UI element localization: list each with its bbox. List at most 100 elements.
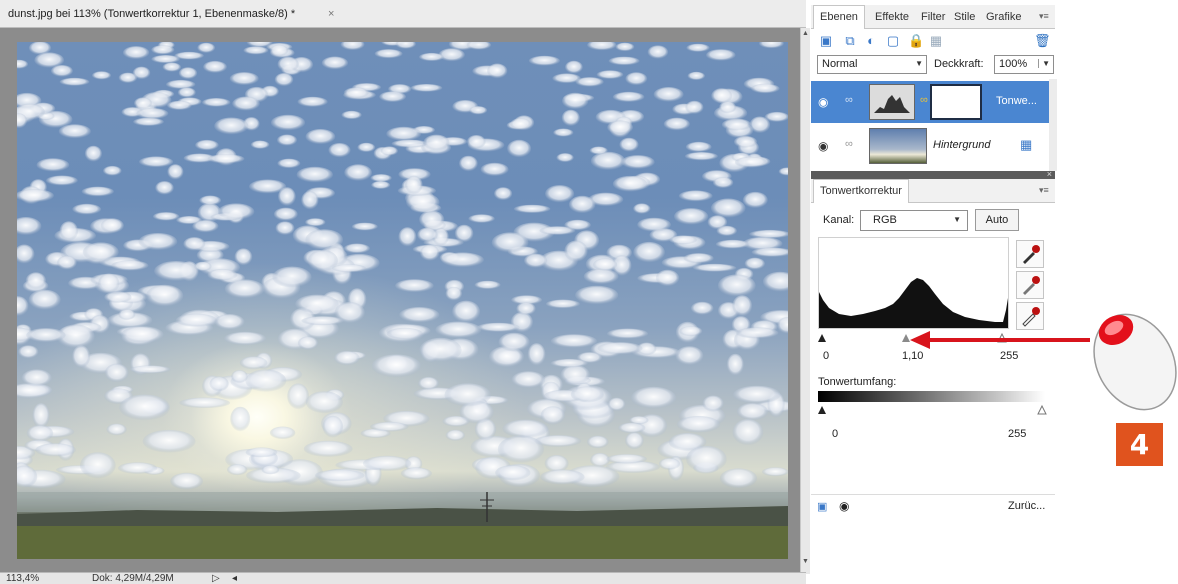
clip-to-layer-icon[interactable]: ▣ — [817, 500, 827, 513]
cloud — [711, 88, 733, 104]
layer-row-hintergrund[interactable]: ◉ ∞ Hintergrund ▦ — [811, 125, 1049, 167]
cloud — [386, 327, 423, 340]
cloud — [57, 255, 77, 270]
cloud — [561, 109, 580, 127]
cloud — [136, 107, 169, 120]
cloud — [683, 253, 714, 264]
gray-point-eyedropper-icon[interactable] — [1016, 271, 1044, 299]
lock-transparency-icon[interactable]: ▦ — [929, 34, 943, 48]
cloud — [742, 191, 768, 209]
tab-ebenen[interactable]: Ebenen — [813, 5, 865, 29]
mouse-icon — [1093, 313, 1177, 411]
opacity-field[interactable]: 100% ▼ — [994, 55, 1054, 74]
blend-row: Normal ▼ Deckkraft: 100% ▼ — [811, 53, 1055, 79]
close-icon[interactable]: × — [328, 8, 334, 20]
link-icon[interactable]: ∞ — [845, 94, 853, 106]
scroll-up-icon[interactable]: ▲ — [802, 30, 809, 37]
tab-filter[interactable]: Filter — [921, 11, 945, 23]
eye-icon[interactable]: ◉ — [839, 499, 849, 513]
cloud — [32, 403, 50, 429]
layer-name[interactable]: Tonwe... — [996, 95, 1037, 107]
lock-transparency-icon[interactable]: ▦ — [1020, 137, 1032, 153]
cloud — [528, 55, 560, 66]
close-icon[interactable]: × — [1047, 169, 1052, 179]
mask-link-icon[interactable]: ∞ — [920, 94, 928, 106]
cloud — [398, 227, 417, 247]
layer-mask-thumbnail[interactable] — [930, 84, 982, 120]
blend-mode-select[interactable]: Normal ▼ — [817, 55, 927, 74]
cloud — [719, 468, 758, 489]
tab-stile[interactable]: Stile — [954, 11, 975, 23]
cloud — [444, 383, 492, 407]
reset-button[interactable]: Zurüc... — [1008, 500, 1045, 512]
cloud — [445, 429, 465, 441]
cloud — [17, 189, 54, 203]
cloud — [232, 96, 260, 111]
channel-label: Kanal: — [823, 214, 855, 226]
cloud — [104, 363, 129, 383]
scroll-left-icon[interactable]: ◂ — [232, 573, 237, 584]
cloud — [305, 391, 343, 414]
cloud — [179, 397, 231, 409]
cloud — [26, 425, 54, 442]
cloud — [686, 445, 727, 473]
cloud — [297, 96, 328, 108]
black-point-eyedropper-icon[interactable] — [1016, 240, 1044, 268]
scroll-down-icon[interactable]: ▼ — [802, 558, 809, 565]
cloud — [227, 464, 248, 476]
eye-icon[interactable]: ◉ — [818, 139, 828, 153]
cloud — [589, 146, 608, 155]
output-black-handle[interactable] — [818, 406, 826, 414]
cloud — [706, 49, 736, 61]
layer-list: ◉ ∞ ∞ Tonwe... ◉ ∞ Hintergrund ▦ — [811, 79, 1055, 171]
layer-row-tonwertkorrektur[interactable]: ◉ ∞ ∞ Tonwe... — [811, 81, 1049, 123]
cloud — [452, 300, 481, 323]
tab-effekte[interactable]: Effekte — [875, 11, 909, 23]
document-tab[interactable]: dunst.jpg bei 113% (Tonwertkorrektur 1, … — [0, 0, 806, 28]
cloud — [177, 87, 196, 98]
cloud — [596, 70, 624, 80]
panel-menu-icon[interactable]: ▾≡ — [1039, 185, 1049, 196]
status-bar: 113,4% Dok: 4,29M/4,29M ▷ ◂ — [0, 572, 806, 584]
link-icon[interactable]: ∞ — [845, 138, 853, 150]
adjustment-panel-header[interactable]: × — [811, 169, 1055, 179]
cloud — [239, 356, 268, 370]
cloud — [296, 166, 333, 183]
cloud — [736, 403, 769, 421]
opacity-value: 100% — [999, 58, 1028, 70]
eye-icon[interactable]: ◉ — [818, 95, 828, 109]
vertical-scrollbar[interactable]: ▲ ▼ — [800, 28, 810, 574]
cloud — [633, 203, 651, 214]
layer-mask-icon[interactable]: ▢ — [886, 34, 900, 48]
cloud — [749, 229, 788, 239]
cloud — [400, 467, 432, 480]
panel-menu-icon[interactable]: ▾≡ — [1039, 11, 1049, 22]
lock-icon[interactable]: 🔒 — [908, 34, 924, 48]
cloud — [593, 258, 618, 272]
layer-name[interactable]: Hintergrund — [933, 139, 990, 151]
status-menu-icon[interactable]: ▷ — [212, 573, 220, 584]
cloud — [170, 472, 204, 490]
cloud — [474, 280, 501, 290]
trash-icon[interactable]: 🗑 — [1034, 34, 1051, 48]
new-group-icon[interactable]: ⧉ — [843, 34, 857, 48]
layers-scrollbar[interactable] — [1049, 79, 1057, 171]
zoom-readout[interactable]: 113,4% — [6, 573, 39, 584]
tab-tonwertkorrektur[interactable]: Tonwertkorrektur — [813, 179, 909, 203]
adjustment-layer-icon[interactable]: ◐ — [864, 34, 878, 48]
channel-select[interactable]: RGB ▼ — [860, 210, 968, 231]
cloud — [203, 60, 227, 74]
input-black-value[interactable]: 0 — [823, 350, 829, 362]
cloud — [476, 322, 520, 333]
cloud — [34, 52, 65, 68]
new-layer-icon[interactable]: ▣ — [819, 34, 833, 48]
auto-button[interactable]: Auto — [975, 209, 1019, 231]
cloud — [590, 151, 626, 171]
cloud — [633, 241, 665, 263]
output-black-value[interactable]: 0 — [832, 428, 838, 440]
black-point-handle[interactable] — [818, 334, 826, 342]
cloud — [417, 227, 438, 243]
sky-photo[interactable] — [17, 42, 788, 559]
tab-grafiken[interactable]: Grafike — [986, 11, 1021, 23]
chevron-down-icon[interactable]: ▼ — [1038, 59, 1050, 68]
